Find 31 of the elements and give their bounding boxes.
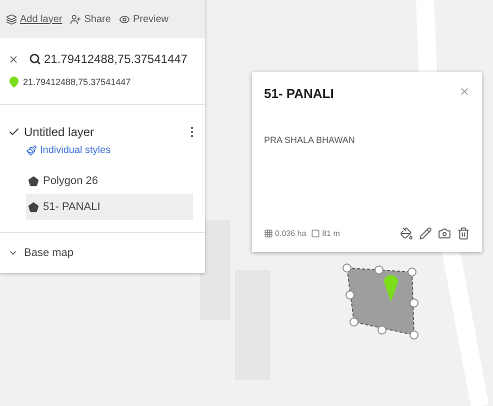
search-field[interactable]: 21.79412488,75.37541447 (29, 52, 188, 66)
individual-styles-link[interactable]: Individual styles (26, 145, 205, 156)
layer-title[interactable]: Untitled layer (8, 125, 94, 139)
polygon-icon (28, 202, 39, 212)
map-pin-icon (8, 76, 20, 88)
search-icon (29, 53, 41, 65)
layer-checkbox[interactable] (8, 126, 20, 138)
popup-title: 51- PANALI (264, 86, 334, 101)
add-layer-button[interactable]: Add layer (6, 14, 62, 24)
popup-description: PRA SHALA BHAWAN (264, 135, 355, 145)
area-icon (264, 229, 273, 238)
base-map-toggle[interactable]: Base map (0, 232, 205, 273)
delete-icon[interactable] (457, 227, 470, 240)
perimeter-icon (311, 229, 320, 238)
area-measure: 0.036 ha (264, 229, 306, 238)
person-add-icon (70, 14, 82, 24)
paintbrush-icon (26, 145, 37, 156)
preview-button[interactable]: Preview (118, 14, 169, 24)
layer-item[interactable]: Polygon 26 (26, 168, 193, 194)
perimeter-measure: 81 m (311, 229, 340, 238)
layers-icon (6, 14, 17, 24)
share-button[interactable]: Share (70, 14, 111, 24)
camera-icon[interactable] (438, 227, 451, 240)
paint-bucket-icon[interactable] (400, 227, 413, 240)
layer-item[interactable]: 51- PANALI (26, 194, 193, 220)
search-result[interactable]: 21.79412488,75.37541447 (0, 70, 205, 105)
map-pin-icon (383, 272, 399, 302)
edit-icon[interactable] (419, 227, 432, 240)
polygon-icon (28, 176, 39, 186)
eye-icon (118, 14, 130, 24)
close-icon[interactable] (8, 54, 19, 64)
